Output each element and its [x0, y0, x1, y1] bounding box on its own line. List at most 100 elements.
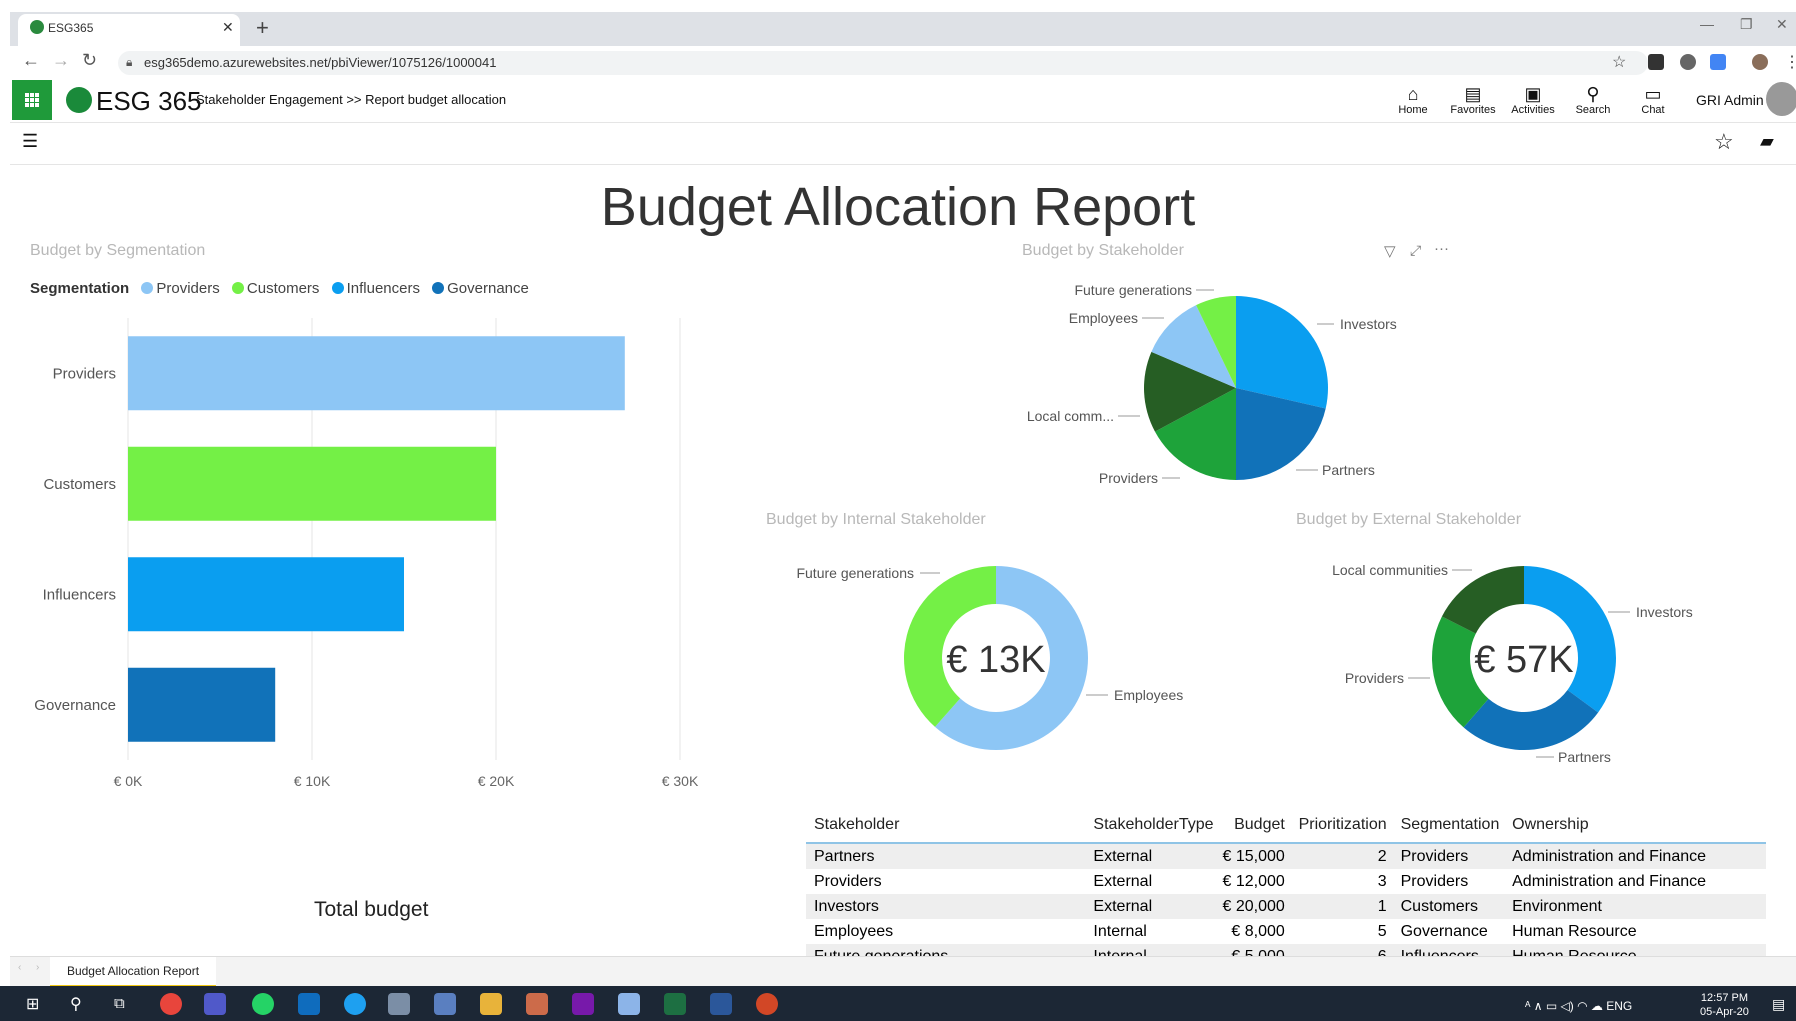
prev-page-icon[interactable]: ‹ [18, 962, 21, 973]
avatar[interactable] [1766, 82, 1796, 116]
nav-label: Favorites [1450, 104, 1496, 116]
chat-icon: ▭ [1644, 84, 1662, 104]
restore-icon[interactable]: ❐ [1740, 16, 1753, 33]
table-cell: Customers [1400, 897, 1478, 915]
user-name[interactable]: GRI Admin [1696, 92, 1764, 108]
slice-label: Providers [1345, 670, 1404, 686]
table-row[interactable]: Providers External € 12,000 3 Providers Admin… [806, 869, 1766, 894]
windows-start-icon[interactable]: ⊞ [26, 994, 39, 1014]
slice-label: Partners [1322, 462, 1375, 478]
table-cell: Providers [1400, 872, 1469, 890]
table-body: Partners External € 15,000 2 Providers Admini… [806, 844, 1766, 958]
app-icon[interactable] [434, 993, 456, 1015]
legend-dot-icon [432, 282, 445, 294]
app-icon[interactable] [388, 993, 410, 1015]
slice-label: Employees [1114, 687, 1183, 703]
table-cell: External [1093, 897, 1153, 915]
forward-icon[interactable]: → [52, 50, 70, 71]
bar [128, 667, 276, 742]
table-row[interactable]: Partners External € 15,000 2 Providers Admini… [806, 844, 1766, 869]
focus-mode-icon[interactable]: ⤢ [1410, 242, 1421, 259]
column-header[interactable]: StakeholderType [1087, 816, 1214, 834]
tab-close-icon[interactable]: ✕ [222, 19, 234, 36]
bar [128, 557, 404, 632]
nav-search[interactable]: ⚲ Search [1568, 84, 1618, 116]
favorite-star-icon[interactable]: ☆ [1714, 129, 1734, 155]
page-tab[interactable]: Budget Allocation Report [50, 957, 216, 988]
filter-icon[interactable]: ▽ [1384, 242, 1396, 260]
translate-icon[interactable] [1710, 54, 1726, 70]
app-logo[interactable]: ESG 365 [96, 86, 202, 117]
next-page-icon[interactable]: › [36, 962, 39, 973]
notifications-icon[interactable]: ▤ [1772, 996, 1785, 1013]
external-donut-chart[interactable]: Investors Partners Providers Local communit… [1290, 540, 1790, 780]
slice-label: Investors [1340, 316, 1397, 332]
internal-donut-chart[interactable]: Employees Future generations € 13K [760, 540, 1220, 780]
extension-icon[interactable] [1648, 54, 1664, 70]
total-budget-label: Total budget [314, 898, 429, 921]
app-icon[interactable] [526, 993, 548, 1015]
chrome-icon[interactable] [160, 993, 182, 1015]
legend-dot-icon [331, 282, 344, 294]
x-tick-label: € 30K [662, 773, 699, 789]
legend-item[interactable]: Customers [247, 280, 320, 297]
column-header[interactable]: Segmentation [1395, 816, 1505, 834]
powerpoint-icon[interactable] [756, 993, 778, 1015]
bar [128, 336, 625, 411]
table-header: Stakeholder StakeholderType Budget Prior… [806, 808, 1766, 844]
external-chart-title: Budget by External Stakeholder [1296, 511, 1522, 528]
comment-icon[interactable]: ▰ [1760, 131, 1774, 152]
system-tray[interactable]: ᴬ ∧ ▭ ◁) ◠ ☁ ENG [1525, 999, 1632, 1013]
language-indicator[interactable]: ENG [1606, 999, 1632, 1013]
activities-icon: ▣ [1524, 84, 1542, 104]
app-icon[interactable] [618, 993, 640, 1015]
table-row[interactable]: Employees Internal € 8,000 5 Governance Human… [806, 919, 1766, 944]
url-text[interactable]: esg365demo.azurewebsites.net/pbiViewer/1… [144, 55, 496, 70]
outlook-icon[interactable] [298, 993, 320, 1015]
column-header[interactable]: Prioritization [1295, 816, 1395, 834]
new-tab-icon[interactable]: + [256, 15, 269, 41]
legend-item[interactable]: Providers [156, 280, 219, 297]
column-header[interactable]: Ownership [1504, 816, 1766, 834]
nav-favorites[interactable]: ▤ Favorites [1448, 84, 1498, 116]
taskbar-search-icon[interactable]: ⚲ [70, 994, 82, 1014]
table-cell: Administration and Finance [1512, 847, 1707, 865]
nav-home[interactable]: ⌂ Home [1388, 84, 1438, 116]
app-launcher-icon[interactable] [12, 80, 52, 120]
list-icon[interactable]: ☰ [22, 131, 38, 152]
onenote-icon[interactable] [572, 993, 594, 1015]
word-icon[interactable] [710, 993, 732, 1015]
stakeholder-table[interactable]: Stakeholder StakeholderType Budget Prior… [806, 808, 1766, 958]
lock-icon[interactable]: 🔒︎ [126, 55, 132, 70]
legend-item[interactable]: Influencers [347, 280, 420, 297]
clock[interactable]: 12:57 PM 05-Apr-20 [1700, 991, 1749, 1019]
more-options-icon[interactable]: ··· [1434, 240, 1449, 257]
teams-icon[interactable] [204, 993, 226, 1015]
excel-icon[interactable] [664, 993, 686, 1015]
stakeholder-pie-chart[interactable]: Investors Partners Providers Local comm... E… [1000, 270, 1520, 500]
nav-activities[interactable]: ▣ Activities [1508, 84, 1558, 116]
nav-chat[interactable]: ▭ Chat [1628, 84, 1678, 116]
segmentation-bar-chart[interactable]: € 0K € 10K € 20K € 30K Providers Customers Inf… [0, 310, 730, 800]
back-icon[interactable]: ← [22, 50, 40, 71]
extension-icon[interactable] [1680, 54, 1696, 70]
table-row[interactable]: Investors External € 20,000 1 Customers Envir… [806, 894, 1766, 919]
tab-title: ESG365 [48, 21, 94, 35]
reload-icon[interactable]: ↻ [82, 50, 97, 71]
task-view-icon[interactable]: ⧉ [114, 995, 125, 1012]
column-header[interactable]: Stakeholder [806, 816, 1087, 834]
column-header[interactable]: Budget [1215, 816, 1295, 834]
x-tick-label: € 20K [478, 773, 515, 789]
legend-item[interactable]: Governance [447, 280, 529, 297]
segmentation-chart-title: Budget by Segmentation [30, 242, 206, 259]
whatsapp-icon[interactable] [252, 993, 274, 1015]
bookmark-star-icon[interactable]: ☆ [1612, 52, 1626, 72]
browser-menu-icon[interactable]: ⋮ [1784, 52, 1796, 72]
slice-label: Providers [1099, 470, 1158, 486]
close-window-icon[interactable]: ✕ [1776, 16, 1788, 33]
profile-icon[interactable] [1752, 54, 1768, 70]
nav-label: Search [1575, 104, 1611, 116]
file-explorer-icon[interactable] [480, 993, 502, 1015]
internet-explorer-icon[interactable] [344, 993, 366, 1015]
minimize-icon[interactable]: — [1700, 16, 1714, 32]
